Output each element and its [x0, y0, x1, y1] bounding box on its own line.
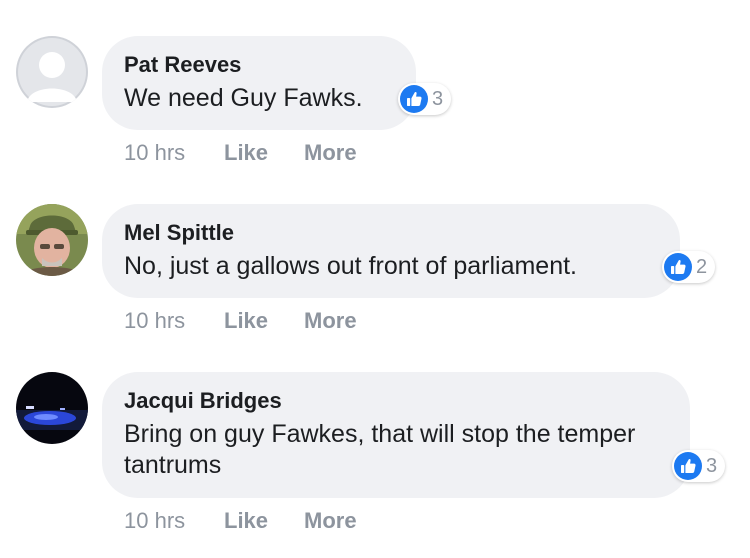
comment-bubble: Jacqui Bridges Bring on guy Fawkes, that… [102, 372, 690, 498]
comment-timestamp[interactable]: 10 hrs [124, 507, 224, 535]
reaction-count: 3 [432, 88, 444, 110]
comment-text: Bring on guy Fawkes, that will stop the … [124, 420, 636, 479]
thumbs-up-icon [664, 253, 692, 281]
like-link[interactable]: Like [224, 307, 304, 335]
profile-photo[interactable] [16, 204, 88, 276]
comment-actions: 10 hrs Like More [124, 307, 357, 335]
comment-text: No, just a gallows out front of parliame… [124, 252, 578, 280]
comment-timestamp[interactable]: 10 hrs [124, 139, 224, 167]
thumbs-up-icon [400, 85, 428, 113]
default-avatar-icon[interactable] [16, 36, 88, 108]
comment-text: We need Guy Fawks. [124, 84, 363, 112]
reaction-count: 3 [706, 455, 718, 477]
more-link[interactable]: More [304, 307, 357, 335]
reaction-badge[interactable]: 2 [662, 251, 716, 283]
more-link[interactable]: More [304, 139, 357, 167]
comment-bubble: Mel Spittle No, just a gallows out front… [102, 204, 680, 298]
comment-bubble: Pat Reeves We need Guy Fawks. [102, 36, 416, 130]
like-link[interactable]: Like [224, 139, 304, 167]
comment-author[interactable]: Jacqui Bridges [124, 387, 668, 415]
comment-actions: 10 hrs Like More [124, 139, 357, 167]
comment-actions: 10 hrs Like More [124, 507, 357, 535]
comment-author[interactable]: Pat Reeves [124, 51, 394, 79]
more-link[interactable]: More [304, 507, 357, 535]
reaction-count: 2 [696, 256, 708, 278]
reaction-badge[interactable]: 3 [672, 450, 726, 482]
like-link[interactable]: Like [224, 507, 304, 535]
thumbs-up-icon [674, 452, 702, 480]
comment-timestamp[interactable]: 10 hrs [124, 307, 224, 335]
reaction-badge[interactable]: 3 [398, 83, 452, 115]
comment-author[interactable]: Mel Spittle [124, 219, 658, 247]
profile-photo[interactable] [16, 372, 88, 444]
